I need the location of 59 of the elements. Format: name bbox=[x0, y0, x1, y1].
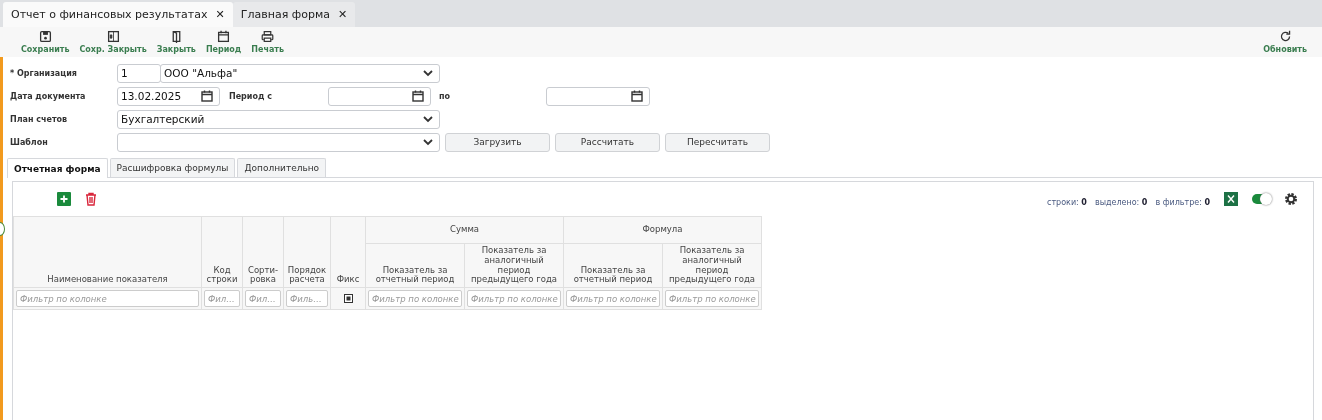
date-field[interactable] bbox=[328, 86, 431, 106]
action-button[interactable]: Загрузить bbox=[445, 132, 550, 152]
window-tab[interactable]: Главная форма ✕ bbox=[232, 2, 356, 27]
calendar-icon[interactable] bbox=[631, 90, 643, 102]
toolbar-button[interactable]: Сохранить bbox=[16, 30, 75, 54]
field-label: Период с bbox=[228, 91, 273, 101]
group-header: Сумма bbox=[365, 216, 564, 244]
close-icon[interactable]: ✕ bbox=[337, 8, 348, 21]
toolbar-button[interactable]: Закрыть bbox=[151, 30, 201, 54]
toolbar-button[interactable]: Печать bbox=[246, 30, 290, 54]
field-label: по bbox=[438, 91, 452, 101]
tab[interactable]: Дополнительно bbox=[237, 158, 327, 177]
chevron-icon[interactable] bbox=[423, 115, 433, 123]
refresh-button[interactable]: Обновить bbox=[1258, 30, 1312, 54]
toolbar-button[interactable]: Период bbox=[200, 30, 247, 54]
trash-icon[interactable] bbox=[85, 192, 97, 206]
calendar-icon[interactable] bbox=[201, 90, 213, 102]
group-header: Формула bbox=[563, 216, 762, 244]
toolbar-button[interactable]: Сохр. Закрыть bbox=[74, 30, 152, 54]
refresh-icon bbox=[1278, 30, 1292, 43]
field-label: Шаблон bbox=[10, 137, 49, 147]
field-label: План счетов bbox=[10, 114, 69, 124]
counter-text: строки: 0 bbox=[1047, 197, 1087, 207]
column-header: Показатель за отчетный период bbox=[365, 243, 465, 288]
calendar-icon bbox=[217, 30, 231, 43]
counter-text: в фильтре: 0 bbox=[1155, 197, 1210, 207]
door-icon bbox=[106, 30, 120, 43]
printer-icon bbox=[261, 30, 275, 43]
checkbox[interactable] bbox=[343, 294, 353, 304]
date-field[interactable] bbox=[546, 86, 650, 106]
calendar-icon[interactable] bbox=[412, 90, 424, 102]
column-header: Фикс bbox=[330, 216, 366, 288]
close-icon[interactable]: ✕ bbox=[215, 8, 225, 21]
window-tab[interactable]: Отчет о финансовых результатах ✕ bbox=[3, 2, 233, 27]
add-icon[interactable] bbox=[57, 192, 71, 206]
column-header: Код строки bbox=[201, 216, 243, 288]
column-header: Показатель за отчетный период bbox=[563, 243, 663, 288]
code-field[interactable]: 1 bbox=[117, 63, 161, 83]
field-label: Дата документа bbox=[10, 91, 87, 101]
action-button[interactable]: Пересчитать bbox=[665, 132, 770, 152]
counter-text: выделено: 0 bbox=[1094, 197, 1148, 207]
column-header: Наименование показателя bbox=[13, 216, 202, 288]
column-header: Сорти-ровка bbox=[242, 216, 284, 288]
floppy-icon bbox=[38, 30, 52, 43]
toggle-switch[interactable] bbox=[1252, 194, 1270, 204]
chevron-icon[interactable] bbox=[423, 138, 433, 146]
excel-icon[interactable] bbox=[1224, 192, 1238, 206]
settings-icon[interactable] bbox=[1284, 192, 1298, 206]
column-header: Показатель за аналогичный период предыдущего года bbox=[662, 243, 762, 288]
tab[interactable]: Отчетная форма bbox=[7, 158, 108, 178]
tab[interactable]: Расшифровка формулы bbox=[109, 158, 236, 177]
chevron-icon[interactable] bbox=[423, 69, 433, 77]
organization-select[interactable]: ООО "Альфа" bbox=[160, 63, 440, 83]
date-field[interactable]: 13.02.2025 bbox=[117, 86, 220, 106]
field-label: * Организация bbox=[10, 68, 78, 78]
accounts-select[interactable]: Бухгалтерский bbox=[117, 109, 440, 129]
action-button[interactable]: Рассчитать bbox=[555, 132, 660, 152]
column-header: Показатель за аналогичный период предыдущего года bbox=[464, 243, 564, 288]
column-header: Порядок расчета bbox=[283, 216, 331, 288]
